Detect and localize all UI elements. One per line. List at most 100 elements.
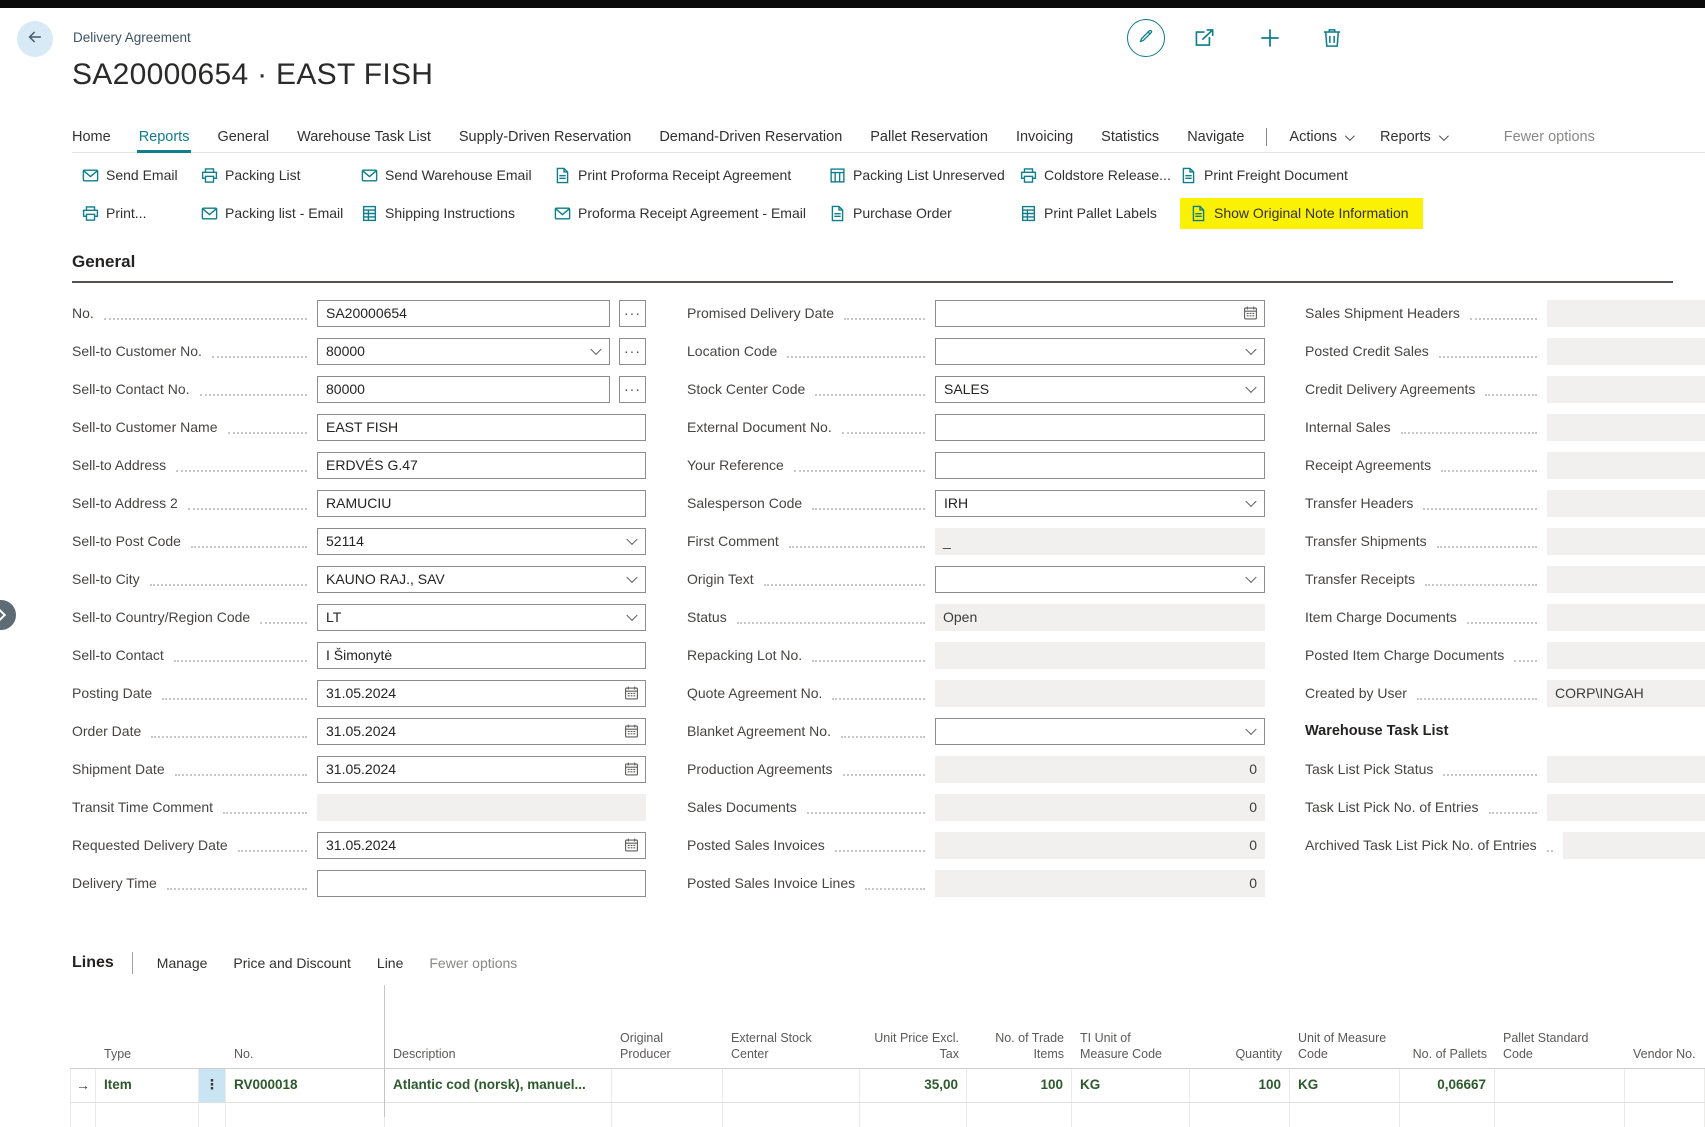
cell-unit-of-measure-code[interactable]: KG [1290,1069,1400,1102]
cell-no[interactable]: RV000018 [226,1069,385,1102]
field-shipment-date[interactable]: 31.05.2024 [317,756,646,783]
cell-original-producer[interactable] [612,1069,723,1102]
ribbon-button-shipping-instructions[interactable]: Shipping Instructions [361,205,515,222]
tab-reports[interactable]: Reports [1366,122,1460,152]
field-origin-text[interactable] [935,566,1265,593]
lines-menu-price-and-discount[interactable]: Price and Discount [233,955,351,971]
field-sell-to-country-region-code[interactable]: LT [317,604,646,631]
field-sell-to-customer-name[interactable]: EAST FISH [317,414,646,441]
ribbon-button-show-original-note-information[interactable]: Show Original Note Information [1180,198,1423,229]
ribbon-button-send-warehouse-email[interactable]: Send Warehouse Email [361,167,532,184]
cell-row-indicator[interactable] [70,1103,96,1127]
field-sell-to-address-2[interactable]: RAMUCIU [317,490,646,517]
assist-edit-button[interactable]: ··· [619,376,646,403]
cell-no[interactable] [226,1103,385,1127]
tab-statistics[interactable]: Statistics [1087,122,1173,152]
column-header-vendor-no[interactable]: Vendor No. [1625,985,1705,1068]
field-posting-date[interactable]: 31.05.2024 [317,680,646,707]
ribbon-button-proforma-receipt-agreement-email[interactable]: Proforma Receipt Agreement - Email [554,205,806,222]
column-header-pallet-standard-code[interactable]: Pallet Standard Code [1495,985,1625,1068]
cell-unit-price-excl-tax[interactable]: 35,00 [860,1069,967,1102]
tab-demand-driven-reservation[interactable]: Demand-Driven Reservation [645,122,856,152]
cell-row-menu[interactable]: ⋮ [199,1069,226,1102]
add-button[interactable] [1257,25,1283,51]
column-header-type[interactable]: Type [96,985,199,1068]
field-stock-center-code[interactable]: SALES [935,376,1265,403]
lines-menu-manage[interactable]: Manage [157,955,208,971]
ribbon-button-print-proforma-receipt-agreement[interactable]: Print Proforma Receipt Agreement [554,167,791,184]
cell-description[interactable] [385,1103,612,1127]
field-order-date[interactable]: 31.05.2024 [317,718,646,745]
cell-row-menu[interactable] [199,1103,226,1127]
field-sell-to-customer-no[interactable]: 80000 [317,338,610,365]
ribbon-button-packing-list[interactable]: Packing List [201,167,300,184]
field-delivery-time[interactable] [317,870,646,897]
column-header-no[interactable]: No. [226,985,385,1068]
ribbon-button-print[interactable]: Print... [82,205,146,222]
field-sell-to-post-code[interactable]: 52114 [317,528,646,555]
lines-menu-line[interactable]: Line [377,955,403,971]
cell-external-stock-center[interactable] [723,1103,860,1127]
ribbon-button-print-freight-document[interactable]: Print Freight Document [1180,167,1348,184]
tab-supply-driven-reservation[interactable]: Supply-Driven Reservation [445,122,645,152]
cell-quantity[interactable]: 100 [1190,1069,1290,1102]
column-header-no-of-pallets[interactable]: No. of Pallets [1400,985,1495,1068]
column-header-ti-unit-of-measure-code[interactable]: TI Unit of Measure Code [1072,985,1190,1068]
field-sell-to-city[interactable]: KAUNO RAJ., SAV [317,566,646,593]
field-blanket-agreement-no[interactable] [935,718,1265,745]
tab-reports[interactable]: Reports [125,122,204,152]
column-header-unit-price-excl-tax[interactable]: Unit Price Excl. Tax [860,985,967,1068]
cell-ti-unit-of-measure-code[interactable]: KG [1072,1069,1190,1102]
cell-ti-unit-of-measure-code[interactable] [1072,1103,1190,1127]
cell-vendor-no[interactable] [1625,1103,1705,1127]
field-sell-to-contact-no[interactable]: 80000 [317,376,610,403]
field-requested-delivery-date[interactable]: 31.05.2024 [317,832,646,859]
field-salesperson-code[interactable]: IRH [935,490,1265,517]
column-header-original-producer[interactable]: Original Producer [612,985,723,1068]
field-sell-to-address[interactable]: ERDVÉS G.47 [317,452,646,479]
column-header-quantity[interactable]: Quantity [1190,985,1290,1068]
tab-pallet-reservation[interactable]: Pallet Reservation [856,122,1002,152]
assist-edit-button[interactable]: ··· [619,338,646,365]
cell-no-of-pallets[interactable] [1400,1103,1495,1127]
field-promised-delivery-date[interactable] [935,300,1265,327]
ribbon-button-purchase-order[interactable]: Purchase Order [829,205,952,222]
tab-home[interactable]: Home [72,122,125,152]
column-header-external-stock-center[interactable]: External Stock Center [723,985,860,1068]
ribbon-button-send-email[interactable]: Send Email [82,167,178,184]
column-header-no-of-trade-items[interactable]: No. of Trade Items [967,985,1072,1068]
field-external-document-no[interactable] [935,414,1265,441]
cell-no-of-trade-items[interactable]: 100 [967,1069,1072,1102]
delete-button[interactable] [1319,25,1345,51]
cell-type[interactable] [96,1103,199,1127]
tab-general[interactable]: General [203,122,283,152]
cell-description[interactable]: Atlantic cod (norsk), manuel... [385,1069,612,1102]
cell-no-of-trade-items[interactable] [967,1103,1072,1127]
column-header-description[interactable]: Description [385,985,612,1068]
back-button[interactable] [17,21,53,57]
field-location-code[interactable] [935,338,1265,365]
column-header-unit-of-measure-code[interactable]: Unit of Measure Code [1290,985,1400,1068]
tab-fewer-options[interactable]: Fewer options [1490,122,1609,152]
tab-invoicing[interactable]: Invoicing [1002,122,1087,152]
ribbon-button-coldstore-release[interactable]: Coldstore Release... [1020,167,1171,184]
field-sell-to-contact[interactable]: I Šimonytė [317,642,646,669]
ribbon-button-packing-list-unreserved[interactable]: Packing List Unreserved [829,167,1005,184]
ribbon-button-print-pallet-labels[interactable]: Print Pallet Labels [1020,205,1157,222]
assist-edit-button[interactable]: ··· [619,300,646,327]
cell-quantity[interactable] [1190,1103,1290,1127]
cell-pallet-standard-code[interactable] [1495,1103,1625,1127]
ribbon-button-packing-list-email[interactable]: Packing list - Email [201,205,343,222]
sidebar-expand-button[interactable] [0,598,18,632]
cell-external-stock-center[interactable] [723,1069,860,1102]
edit-button[interactable] [1127,19,1165,57]
cell-type[interactable]: Item [96,1069,199,1102]
tab-warehouse-task-list[interactable]: Warehouse Task List [283,122,445,152]
share-button[interactable] [1191,25,1217,51]
field-no[interactable]: SA20000654 [317,300,610,327]
cell-vendor-no[interactable] [1625,1069,1705,1102]
cell-original-producer[interactable] [612,1103,723,1127]
cell-unit-of-measure-code[interactable] [1290,1103,1400,1127]
field-your-reference[interactable] [935,452,1265,479]
tab-navigate[interactable]: Navigate [1173,122,1258,152]
